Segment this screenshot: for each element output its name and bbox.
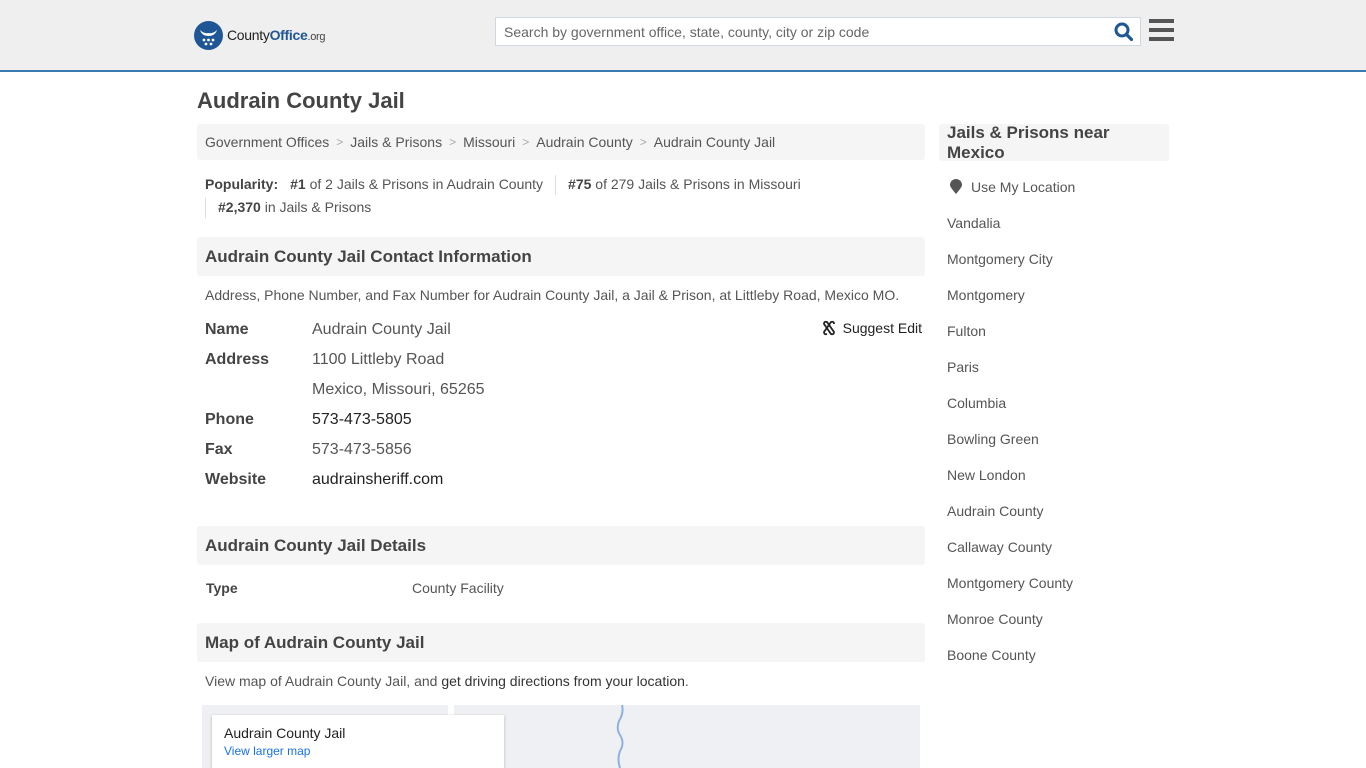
nearby-link-montgomery-county[interactable]: Montgomery County	[947, 574, 1073, 592]
nearby-item[interactable]: Paris	[947, 358, 1167, 394]
type-value: County Facility	[412, 580, 504, 596]
popularity-national-rank: #2,370 in Jails & Prisons	[218, 199, 372, 215]
use-my-location-link[interactable]: Use My Location	[971, 178, 1075, 196]
nearby-link-paris[interactable]: Paris	[947, 358, 979, 376]
popularity-label: Popularity:	[205, 176, 279, 192]
nearby-link-fulton[interactable]: Fulton	[947, 322, 986, 340]
map-embed[interactable]: Audrain County Jail View larger map	[202, 705, 920, 768]
contact-description: Address, Phone Number, and Fax Number fo…	[205, 287, 900, 303]
nearby-item[interactable]: Montgomery	[947, 286, 1167, 322]
fax-value: 573-473-5856	[312, 441, 412, 458]
nearby-item[interactable]: Vandalia	[947, 214, 1167, 250]
address-row-2: Mexico, Missouri, 65265	[205, 375, 925, 405]
phone-link[interactable]: 573-473-5805	[312, 411, 412, 428]
breadcrumb-item-audrain-county[interactable]: Audrain County	[536, 134, 633, 150]
breadcrumb-separator-icon: >	[639, 135, 647, 149]
view-larger-map-link[interactable]: View larger map	[224, 744, 492, 758]
details-heading: Audrain County Jail Details	[197, 526, 925, 565]
nearby-link-callaway-county[interactable]: Callaway County	[947, 538, 1052, 556]
nearby-item[interactable]: Montgomery County	[947, 574, 1167, 610]
contact-table: Suggest Edit Name Audrain County Jail Ad…	[205, 315, 925, 495]
nearby-link-boone-county[interactable]: Boone County	[947, 646, 1036, 664]
search-icon	[1114, 22, 1133, 41]
nearby-item[interactable]: Callaway County	[947, 538, 1167, 574]
suggest-edit[interactable]: Suggest Edit	[821, 320, 922, 336]
map-river	[616, 705, 624, 768]
nearby-link-vandalia[interactable]: Vandalia	[947, 214, 1000, 232]
nearby-link-bowling-green[interactable]: Bowling Green	[947, 430, 1039, 448]
breadcrumb-separator-icon: >	[449, 135, 457, 149]
breadcrumb-item-current: Audrain County Jail	[653, 134, 776, 150]
use-my-location[interactable]: Use My Location	[947, 178, 1167, 214]
nearby-link-montgomery[interactable]: Montgomery	[947, 286, 1025, 304]
address-row: Address 1100 Littleby Road	[205, 345, 925, 375]
nearby-item[interactable]: Bowling Green	[947, 430, 1167, 466]
nearby-item[interactable]: Monroe County	[947, 610, 1167, 646]
sidebar-heading: Jails & Prisons near Mexico	[939, 123, 1169, 162]
website-label: Website	[205, 471, 267, 488]
address-line1: 1100 Littleby Road	[312, 351, 445, 368]
map-card-title: Audrain County Jail	[224, 725, 346, 741]
map-description: View map of Audrain County Jail, and get…	[205, 673, 689, 689]
logo-text: CountyOffice.org	[227, 27, 326, 43]
search-input[interactable]	[496, 18, 1106, 45]
breadcrumb: Government Offices > Jails & Prisons > M…	[197, 124, 925, 160]
popularity-divider	[555, 174, 557, 195]
phone-label: Phone	[205, 411, 254, 428]
popularity-state-rank: #75 of 279 Jails & Prisons in Missouri	[568, 176, 801, 192]
map-info-card: Audrain County Jail View larger map	[212, 715, 504, 768]
popularity-divider	[205, 197, 206, 218]
nearby-link-montgomery-city[interactable]: Montgomery City	[947, 250, 1053, 268]
breadcrumb-item-missouri[interactable]: Missouri	[463, 134, 515, 150]
phone-row: Phone 573-473-5805	[205, 405, 925, 435]
breadcrumb-separator-icon: >	[336, 135, 344, 149]
eagle-logo-icon	[194, 20, 223, 50]
nearby-item[interactable]: Columbia	[947, 394, 1167, 430]
nearby-item[interactable]: Montgomery City	[947, 250, 1167, 286]
nearby-item[interactable]: Boone County	[947, 646, 1167, 682]
breadcrumb-item-government-offices[interactable]: Government Offices	[205, 134, 329, 150]
fax-row: Fax 573-473-5856	[205, 435, 925, 465]
nearby-item[interactable]: New London	[947, 466, 1167, 502]
website-link[interactable]: audrainsheriff.com	[312, 471, 443, 488]
address-line2: Mexico, Missouri, 65265	[312, 381, 485, 398]
address-label: Address	[205, 351, 270, 368]
website-row: Website audrainsheriff.com	[205, 465, 925, 495]
edit-broken-link-icon	[822, 320, 835, 336]
suggest-edit-link[interactable]: Suggest Edit	[843, 320, 922, 336]
page-title: Audrain County Jail	[197, 88, 405, 113]
nearby-link-columbia[interactable]: Columbia	[947, 394, 1006, 412]
site-header: CountyOffice.org	[0, 0, 1366, 72]
search-bar	[495, 17, 1141, 46]
search-button[interactable]	[1106, 18, 1140, 45]
type-label: Type	[206, 580, 238, 596]
nearby-list: Use My Location Vandalia Montgomery City…	[947, 178, 1167, 682]
driving-directions-link[interactable]: get driving directions from your locatio…	[441, 673, 685, 689]
name-label: Name	[205, 321, 249, 338]
contact-heading: Audrain County Jail Contact Information	[197, 237, 925, 276]
nearby-item[interactable]: Audrain County	[947, 502, 1167, 538]
breadcrumb-separator-icon: >	[522, 135, 530, 149]
name-row: Name Audrain County Jail	[205, 315, 925, 345]
details-type-row: Type County Facility	[206, 580, 504, 596]
site-logo[interactable]: CountyOffice.org	[194, 20, 326, 50]
name-value: Audrain County Jail	[312, 321, 451, 338]
fax-label: Fax	[205, 441, 233, 458]
nearby-link-new-london[interactable]: New London	[947, 466, 1026, 484]
hamburger-menu-icon[interactable]	[1149, 19, 1175, 43]
nearby-link-monroe-county[interactable]: Monroe County	[947, 610, 1043, 628]
popularity: Popularity: #1 of 2 Jails & Prisons in A…	[205, 173, 925, 219]
nearby-item[interactable]: Fulton	[947, 322, 1167, 358]
popularity-county-rank: #1 of 2 Jails & Prisons in Audrain Count…	[290, 176, 544, 192]
map-marker-icon	[950, 179, 962, 194]
breadcrumb-item-jails-prisons[interactable]: Jails & Prisons	[350, 134, 442, 150]
map-heading: Map of Audrain County Jail	[197, 623, 925, 662]
nearby-link-audrain-county[interactable]: Audrain County	[947, 502, 1044, 520]
